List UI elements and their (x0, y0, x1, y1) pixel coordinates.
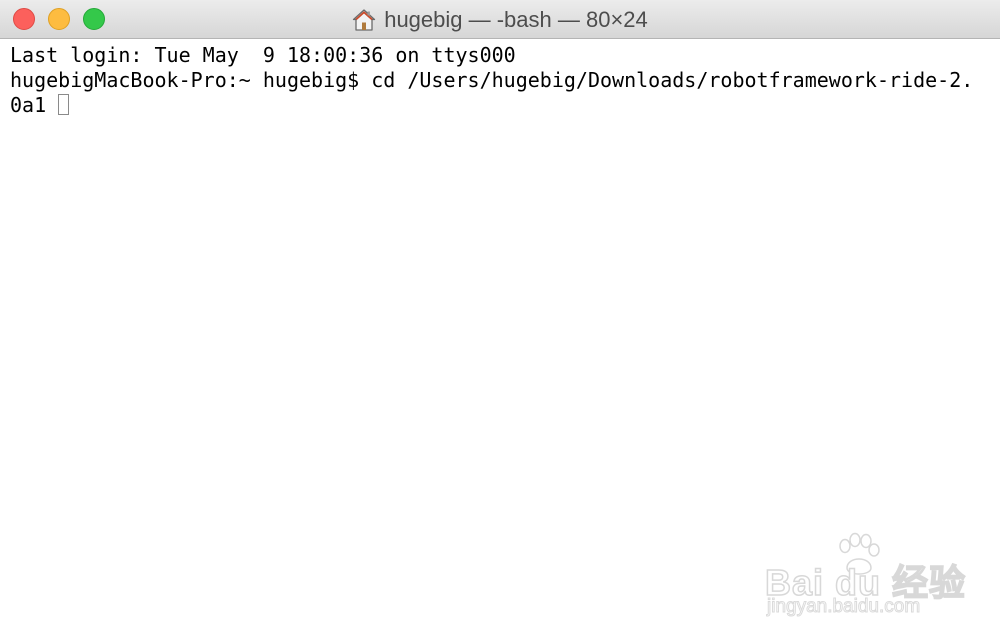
title-bar[interactable]: hugebig — -bash — 80×24 (0, 0, 1000, 39)
terminal-line: hugebigMacBook-Pro:~ hugebig$ cd /Users/… (10, 68, 974, 92)
text-cursor (58, 94, 70, 115)
terminal-content[interactable]: Last login: Tue May 9 18:00:36 on ttys00… (10, 43, 995, 118)
window-title: hugebig — -bash — 80×24 (384, 6, 648, 32)
terminal-line: Last login: Tue May 9 18:00:36 on ttys00… (10, 43, 516, 67)
terminal-window: hugebig — -bash — 80×24 Last login: Tue … (0, 0, 1000, 642)
terminal-line-text: 0a1 (10, 93, 47, 117)
terminal-line-with-cursor: 0a1 (10, 93, 995, 118)
watermark-url: jingyan.baidu.com (766, 596, 921, 618)
home-icon (353, 8, 376, 31)
window-title-container: hugebig — -bash — 80×24 (0, 0, 1000, 39)
watermark: Bai du 经验 jingyan.baidu.com (764, 532, 966, 627)
